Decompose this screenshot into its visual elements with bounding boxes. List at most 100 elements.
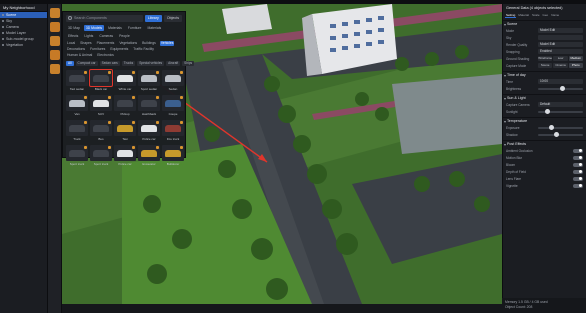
library-tab[interactable]: Effects xyxy=(66,33,80,39)
library-tab[interactable]: Materials xyxy=(106,25,124,31)
library-search-input[interactable]: Search Components xyxy=(66,14,143,22)
camera-value[interactable]: Default xyxy=(538,102,583,107)
paint-tool-button[interactable] xyxy=(49,50,60,60)
vehicle-card[interactable]: Police car xyxy=(114,145,136,168)
slider-knob[interactable] xyxy=(549,125,554,130)
library-tab[interactable]: Materials xyxy=(145,25,163,31)
slider-knob[interactable] xyxy=(544,109,550,114)
vehicle-card[interactable]: Hatchback xyxy=(138,95,160,118)
properties-tab[interactable]: Setting xyxy=(505,12,517,18)
segment-option[interactable]: Wireframe xyxy=(538,56,553,61)
section-post-effects[interactable]: Post Effects xyxy=(503,140,586,147)
brightness-slider[interactable] xyxy=(538,86,583,91)
edit-tool-button[interactable] xyxy=(49,8,60,18)
row-sky[interactable]: Sky xyxy=(503,34,586,41)
section-sun[interactable]: Sun & Light xyxy=(503,94,586,101)
toggle-row[interactable]: Lens Flare xyxy=(503,175,586,182)
vehicle-card[interactable]: Taxi xyxy=(114,120,136,143)
quality-value[interactable]: Model Edit xyxy=(538,42,583,47)
mode-value[interactable]: Model Edit xyxy=(538,28,583,33)
segment-option[interactable]: Low xyxy=(553,56,568,61)
sunlight-slider[interactable] xyxy=(538,109,583,114)
vehicle-card[interactable]: Black car xyxy=(89,69,113,93)
category-item[interactable]: Traffic Facility xyxy=(132,47,155,52)
segment-option[interactable]: Medium xyxy=(568,56,583,61)
category-item[interactable]: Equipments xyxy=(109,47,129,52)
row-ground-shading[interactable]: Ground Shading Wireframe Low Medium xyxy=(503,55,586,62)
category-item[interactable]: Placements xyxy=(96,41,116,46)
outliner-item[interactable]: Vegetation xyxy=(0,42,47,48)
vehicle-card[interactable]: Sport truck xyxy=(90,145,112,168)
section-time[interactable]: Time of day xyxy=(503,71,586,78)
vehicle-card[interactable]: Coupe xyxy=(162,95,184,118)
library-tab[interactable]: Lights xyxy=(82,33,95,39)
vehicle-card[interactable]: SUV xyxy=(90,95,112,118)
section-scene[interactable]: Scene xyxy=(503,20,586,27)
library-tab[interactable]: Cameras xyxy=(97,33,115,39)
segment-option[interactable]: Cinema xyxy=(553,63,568,68)
properties-tab[interactable]: Material xyxy=(517,12,530,18)
vehicle-card[interactable]: Fire truck xyxy=(162,120,184,143)
row-shadow[interactable]: Shadow xyxy=(503,131,586,138)
category-item[interactable]: Electronics xyxy=(96,53,115,58)
row-brightness[interactable]: Brightness xyxy=(503,85,586,92)
shadow-slider[interactable] xyxy=(538,132,583,137)
library-button[interactable]: Library xyxy=(144,14,162,22)
library-tab[interactable]: 3D Models xyxy=(83,25,105,31)
vehicle-card[interactable]: Excavator xyxy=(138,145,160,168)
slider-knob[interactable] xyxy=(553,132,559,137)
ground-shading-segmented[interactable]: Wireframe Low Medium xyxy=(538,56,583,61)
subfilter-chip[interactable]: Special vehicles xyxy=(137,61,165,66)
subfilter-chip[interactable]: Sedan cars xyxy=(99,61,120,66)
library-tab[interactable]: 3D Map xyxy=(66,25,82,31)
vehicle-card[interactable]: White car xyxy=(114,70,136,93)
library-tab[interactable]: People xyxy=(117,33,132,39)
row-quality[interactable]: Render Quality Model Edit xyxy=(503,41,586,48)
vehicle-card[interactable]: Taxi sedan xyxy=(66,70,88,93)
library-tool-button[interactable] xyxy=(49,22,60,32)
category-item[interactable]: Buildings xyxy=(141,41,157,46)
vehicle-card[interactable]: Bus xyxy=(90,120,112,143)
category-item[interactable]: Furnitures xyxy=(89,47,106,52)
capture-mode-segmented[interactable]: Scene Cinema Photo xyxy=(538,63,583,68)
vehicle-card[interactable]: Sport sedan xyxy=(138,70,160,93)
properties-tab[interactable]: Geo xyxy=(542,12,550,18)
sky-value[interactable] xyxy=(538,35,583,40)
row-mode[interactable]: Mode Model Edit xyxy=(503,27,586,34)
vehicle-card[interactable]: Police car xyxy=(138,120,160,143)
vehicle-card[interactable]: Sport truck xyxy=(66,145,88,168)
toggle-switch[interactable] xyxy=(573,148,583,153)
properties-tab[interactable]: Name xyxy=(550,12,560,18)
toggle-switch[interactable] xyxy=(573,176,583,181)
subfilter-chip[interactable]: All xyxy=(66,61,74,66)
category-item[interactable]: Human & Animal xyxy=(66,53,93,58)
terrain-tool-button[interactable] xyxy=(49,36,60,46)
toggle-row[interactable]: Bloom xyxy=(503,161,586,168)
row-camera[interactable]: Capture Camera Default xyxy=(503,101,586,108)
toggle-switch[interactable] xyxy=(573,162,583,167)
sky-tool-button[interactable] xyxy=(49,64,60,74)
toggle-switch[interactable] xyxy=(573,169,583,174)
toggle-row[interactable]: Ambient Occlusion xyxy=(503,147,586,154)
toggle-row[interactable]: Motion Blur xyxy=(503,154,586,161)
row-time[interactable]: Time 10:00 xyxy=(503,78,586,85)
toggle-row[interactable]: Vignette xyxy=(503,182,586,189)
vehicle-card[interactable]: Van xyxy=(66,95,88,118)
vehicle-card[interactable]: Bulldozer xyxy=(162,145,184,168)
library-tab[interactable]: Furniture xyxy=(126,25,144,31)
toggle-switch[interactable] xyxy=(573,183,583,188)
vehicle-card[interactable]: Pickup xyxy=(114,95,136,118)
section-temperature[interactable]: Temperature xyxy=(503,117,586,124)
vehicle-card[interactable]: Sedan xyxy=(162,70,184,93)
row-snapping[interactable]: Snapping Enabled xyxy=(503,48,586,55)
row-capture-mode[interactable]: Capture Mode Scene Cinema Photo xyxy=(503,62,586,69)
vehicle-card[interactable]: Truck xyxy=(66,120,88,143)
category-item[interactable]: Vegetations xyxy=(118,41,138,46)
snapping-value[interactable]: Enabled xyxy=(538,49,583,54)
segment-option[interactable]: Scene xyxy=(538,63,553,68)
subfilter-chip[interactable]: Compact car xyxy=(75,61,98,66)
time-value[interactable]: 10:00 xyxy=(538,79,583,84)
subfilter-chip[interactable]: Trucks xyxy=(121,61,136,66)
category-item[interactable]: Decorations xyxy=(66,47,86,52)
exposure-slider[interactable] xyxy=(538,125,583,130)
